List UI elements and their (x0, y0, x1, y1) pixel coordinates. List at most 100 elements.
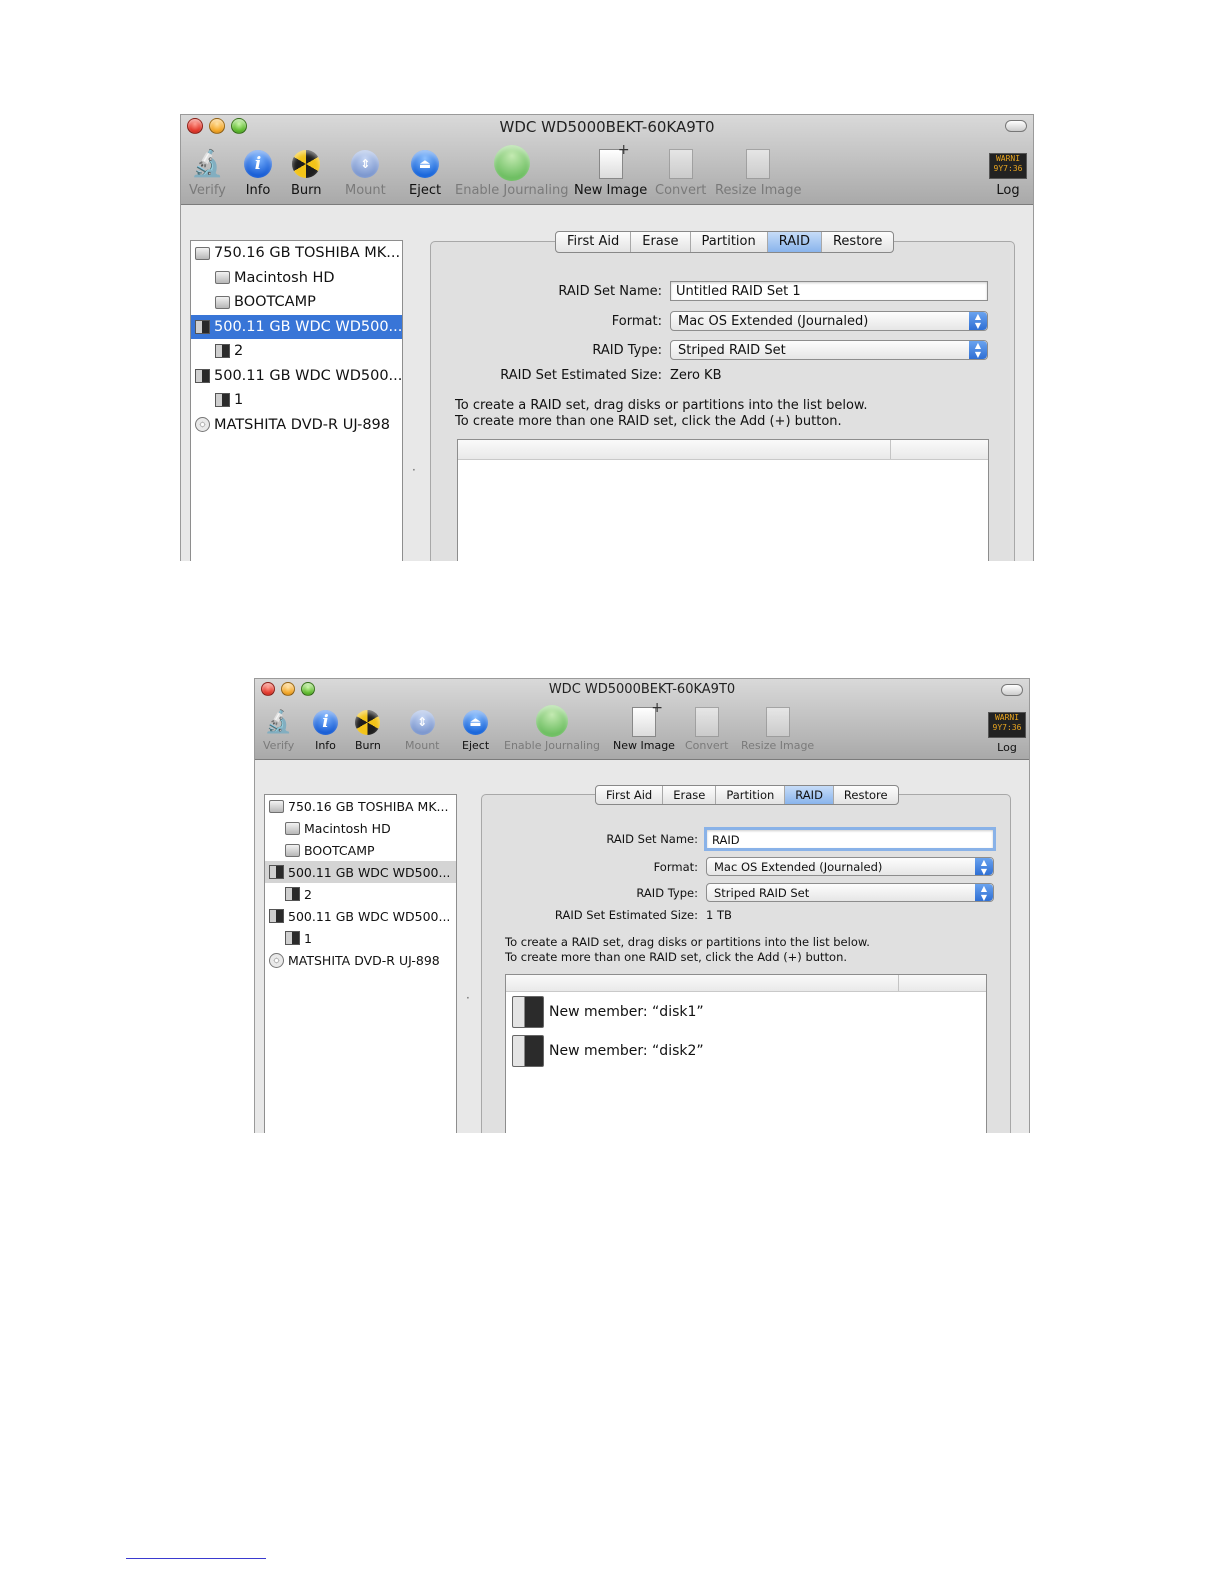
toolbar-label: Burn (291, 183, 322, 198)
footnote-rule (126, 1558, 266, 1559)
tab-partition[interactable]: Partition (691, 232, 768, 252)
tab-first-aid[interactable]: First Aid (596, 786, 664, 804)
toolbar-label: New Image (574, 183, 648, 198)
enable-journaling-button[interactable]: Enable Journaling (455, 145, 568, 198)
sidebar-item-toshiba-disk[interactable]: 750.16 GB TOSHIBA MK... (191, 241, 402, 266)
toolbar-label: Resize Image (741, 739, 815, 752)
toolbar-label: Resize Image (715, 183, 802, 198)
verify-button[interactable]: 🔬 Verify (263, 707, 294, 753)
raid-member-row[interactable]: New member: “disk1” (506, 992, 986, 1031)
sidebar-item-volume-2[interactable]: 2 (265, 883, 456, 905)
convert-button[interactable]: Convert (655, 147, 706, 198)
eject-button[interactable]: ⏏ Eject (409, 147, 441, 198)
sidebar-item-macintosh-hd[interactable]: Macintosh HD (265, 817, 456, 839)
raid-member-label: New member: “disk2” (549, 1042, 704, 1059)
split-view-handle[interactable]: · (412, 463, 416, 477)
tab-raid[interactable]: RAID (767, 232, 822, 252)
chevron-updown-icon: ▲ ▼ (969, 312, 987, 330)
log-button[interactable]: WARNI 9Y7:36 Log (989, 151, 1027, 198)
raid-set-name-input[interactable]: Untitled RAID Set 1 (670, 281, 988, 301)
tab-erase[interactable]: Erase (631, 232, 691, 252)
tab-partition[interactable]: Partition (716, 786, 786, 804)
tab-erase[interactable]: Erase (663, 786, 717, 804)
internal-disk-icon (269, 799, 284, 813)
sidebar-item-label: 1 (304, 930, 312, 946)
disk-list-sidebar[interactable]: 750.16 GB TOSHIBA MK... Macintosh HD BOO… (264, 794, 457, 1133)
new-image-button[interactable]: + New Image (613, 700, 675, 752)
sidebar-item-label: 750.16 GB TOSHIBA MK... (214, 245, 401, 262)
tab-restore[interactable]: Restore (834, 786, 898, 804)
external-disk-icon (269, 865, 284, 879)
verify-button[interactable]: 🔬 Verify (189, 147, 226, 198)
sidebar-item-wdc-disk-selected[interactable]: 500.11 GB WDC WD500... (191, 314, 402, 339)
format-select[interactable]: Mac OS Extended (Journaled) ▲ ▼ (670, 311, 988, 331)
tab-restore[interactable]: Restore (822, 232, 893, 252)
sidebar-item-volume-1[interactable]: 1 (265, 927, 456, 949)
raid-members-list[interactable]: New member: “disk1” New member: “disk2” (505, 974, 987, 1133)
help-text-line: To create more than one RAID set, click … (455, 414, 842, 429)
toolbar-label: Convert (685, 739, 729, 752)
enable-journaling-button[interactable]: Enable Journaling (504, 705, 600, 752)
sidebar-item-volume-2[interactable]: 2 (191, 339, 402, 364)
log-icon: WARNI 9Y7:36 (989, 153, 1027, 179)
sidebar-item-bootcamp[interactable]: BOOTCAMP (191, 290, 402, 315)
disk-member-icon (512, 1034, 544, 1067)
sidebar-item-macintosh-hd[interactable]: Macintosh HD (191, 266, 402, 291)
format-select[interactable]: Mac OS Extended (Journaled) ▲ ▼ (706, 857, 994, 876)
sidebar-item-dvd-drive[interactable]: MATSHITA DVD-R UJ-898 (265, 949, 456, 971)
burn-icon (355, 709, 381, 735)
mount-button[interactable]: ⇕ Mount (405, 707, 439, 752)
convert-icon (694, 707, 719, 737)
sidebar-item-wdc-disk[interactable]: 500.11 GB WDC WD500... (265, 905, 456, 927)
estimated-size-label: RAID Set Estimated Size: (500, 368, 662, 383)
eject-button[interactable]: ⏏ Eject (462, 707, 489, 752)
raid-members-list[interactable] (457, 439, 989, 561)
tab-raid[interactable]: RAID (785, 786, 834, 804)
new-image-icon: + (598, 142, 630, 179)
sidebar-item-bootcamp[interactable]: BOOTCAMP (265, 839, 456, 861)
raid-type-label: RAID Type: (592, 342, 662, 358)
burn-button[interactable]: Burn (291, 147, 322, 198)
sidebar-item-wdc-disk[interactable]: 500.11 GB WDC WD500... (191, 364, 402, 389)
split-view-handle[interactable]: · (466, 991, 470, 1005)
raid-type-select[interactable]: Striped RAID Set ▲ ▼ (670, 340, 988, 360)
disk-list-sidebar[interactable]: 750.16 GB TOSHIBA MK... Macintosh HD BOO… (190, 240, 403, 561)
raid-type-select[interactable]: Striped RAID Set ▲ ▼ (706, 883, 994, 902)
tab-bar: First Aid Erase Partition RAID Restore (555, 231, 895, 253)
chevron-updown-icon: ▲ ▼ (969, 341, 987, 359)
mount-button[interactable]: ⇕ Mount (345, 147, 386, 198)
burn-button[interactable]: Burn (355, 707, 381, 752)
raid-member-row[interactable]: New member: “disk2” (506, 1031, 986, 1070)
sidebar-item-volume-1[interactable]: 1 (191, 388, 402, 413)
log-button[interactable]: WARNI 9Y7:36 Log (988, 711, 1026, 754)
eject-icon: ⏏ (411, 150, 440, 178)
resize-image-button[interactable]: Resize Image (741, 707, 814, 752)
resize-image-icon (765, 707, 790, 737)
sidebar-item-toshiba-disk[interactable]: 750.16 GB TOSHIBA MK... (265, 795, 456, 817)
sidebar-item-wdc-disk-selected[interactable]: 500.11 GB WDC WD500... (265, 861, 456, 883)
toolbar-toggle-button[interactable] (1001, 684, 1023, 696)
toolbar-toggle-button[interactable] (1005, 120, 1027, 132)
info-icon: i (313, 709, 338, 735)
format-select-value: Mac OS Extended (Journaled) (678, 314, 869, 329)
tab-first-aid[interactable]: First Aid (556, 232, 632, 252)
raid-set-name-input[interactable]: RAID (704, 827, 996, 851)
sidebar-item-label: 500.11 GB WDC WD500... (288, 908, 451, 924)
new-image-button[interactable]: + New Image (574, 142, 648, 198)
raid-type-select-value: Striped RAID Set (678, 343, 786, 358)
toolbar-label: Log (997, 741, 1017, 754)
sidebar-item-label: 2 (234, 343, 244, 360)
convert-button[interactable]: Convert (685, 707, 729, 752)
resize-image-button[interactable]: Resize Image (715, 147, 802, 198)
optical-disc-icon (269, 952, 284, 968)
format-label: Format: (611, 313, 662, 329)
burn-icon (292, 150, 321, 178)
sidebar-item-label: 2 (304, 886, 312, 902)
toolbar-label: Log (996, 183, 1020, 198)
convert-icon (668, 149, 693, 179)
info-button[interactable]: i Info (244, 147, 272, 198)
format-select-value: Mac OS Extended (Journaled) (714, 860, 883, 874)
toolbar-label: Eject (462, 739, 490, 752)
info-button[interactable]: i Info (313, 707, 338, 752)
sidebar-item-dvd-drive[interactable]: MATSHITA DVD-R UJ-898 (191, 413, 402, 438)
